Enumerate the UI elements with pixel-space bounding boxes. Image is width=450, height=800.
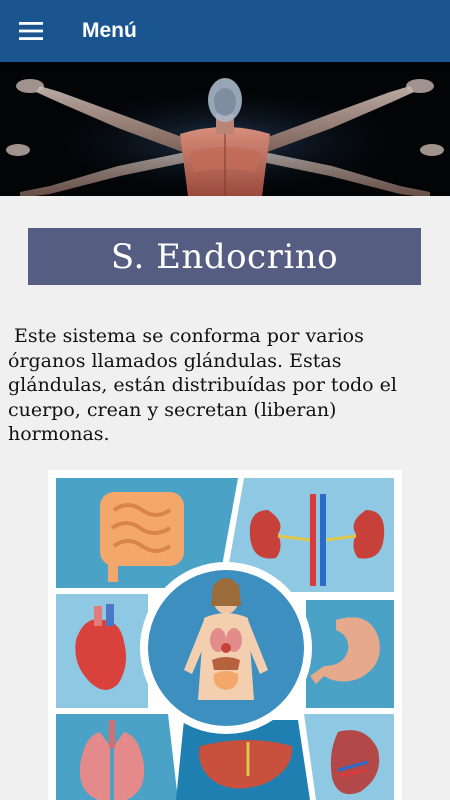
description-text: Este sistema se conforma por varios órga…: [8, 325, 404, 445]
female-body-organs-illustration: [140, 562, 312, 734]
app-bar-title: Menú: [82, 19, 137, 42]
organ-illustration: [48, 470, 402, 800]
menu-button[interactable]: [0, 0, 62, 62]
hero-anatomy-image: [0, 62, 450, 196]
hamburger-menu-icon: [19, 22, 43, 40]
app-bar: Menú: [0, 0, 450, 62]
section-title: S. Endocrino: [28, 228, 421, 285]
